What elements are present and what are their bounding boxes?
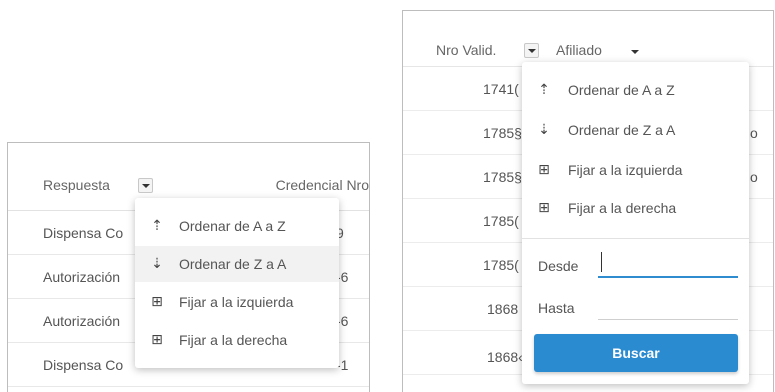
menu-item-label: Ordenar de A a Z [568, 82, 675, 98]
menu-item-sort-asc[interactable]: ⇡ Ordenar de A a Z [135, 208, 339, 244]
column-options-menu: ⇡ Ordenar de A a Z ⇣ Ordenar de Z a A ⊞ … [522, 62, 749, 384]
sort-desc-icon: ⇣ [151, 255, 163, 271]
cell-afiliado: o [750, 169, 758, 185]
hasta-input[interactable] [598, 294, 738, 320]
column-menu-dropdown-button[interactable] [524, 43, 539, 58]
hasta-label: Hasta [538, 300, 575, 316]
cell-nro-valid: 1785§ [483, 169, 522, 185]
menu-item-label: Fijar a la derecha [568, 200, 677, 216]
pin-left-icon: ⊞ [151, 293, 163, 309]
pin-right-icon: ⊞ [538, 199, 550, 215]
cell-nro-valid: 1785( [483, 257, 519, 273]
menu-item-sort-desc[interactable]: ⇣ Ordenar de Z a A [522, 112, 749, 148]
menu-item-pin-right[interactable]: ⊞ Fijar a la derecha [522, 190, 749, 226]
cell-nro-valid: 1785§ [483, 125, 522, 141]
cell-respuesta: Dispensa Co [43, 225, 124, 241]
text-caret [601, 252, 602, 272]
menu-item-label: Ordenar de Z a A [179, 256, 287, 272]
pin-left-icon: ⊞ [538, 161, 550, 177]
column-header-respuesta[interactable]: Respuesta [43, 177, 110, 193]
menu-divider [522, 238, 749, 239]
menu-item-label: Fijar a la izquierda [179, 294, 294, 310]
sort-desc-icon: ⇣ [538, 121, 550, 137]
sort-asc-icon: ⇡ [538, 81, 550, 97]
menu-item-label: Fijar a la izquierda [568, 162, 683, 178]
menu-item-label: Ordenar de A a Z [179, 218, 286, 234]
cell-nro-valid: 1868‹ [487, 349, 523, 365]
desde-label: Desde [538, 258, 579, 274]
column-header-nro-valid[interactable]: Nro Valid. [436, 42, 496, 58]
cell-afiliado: o [750, 125, 758, 141]
menu-item-pin-left[interactable]: ⊞ Fijar a la izquierda [135, 284, 339, 320]
column-header-afiliado[interactable]: Afiliado [556, 42, 602, 58]
menu-item-label: Fijar a la derecha [179, 332, 288, 348]
desde-input[interactable] [598, 252, 738, 278]
cell-respuesta: Autorización [43, 313, 121, 329]
column-options-menu: ⇡ Ordenar de A a Z ⇣ Ordenar de Z a A ⊞ … [135, 198, 339, 368]
pin-right-icon: ⊞ [151, 331, 163, 347]
cell-respuesta: Dispensa Co [43, 357, 124, 373]
menu-item-label: Ordenar de Z a A [568, 122, 676, 138]
cell-respuesta: Autorización [43, 269, 121, 285]
menu-item-sort-desc[interactable]: ⇣ Ordenar de Z a A [135, 246, 339, 282]
chevron-down-icon[interactable] [631, 50, 639, 54]
right-grid-header: Nro Valid. Afiliado [403, 11, 773, 67]
column-header-credencial[interactable]: Credencial Nro [239, 177, 369, 193]
cell-nro-valid: 1741( [483, 81, 519, 97]
menu-item-pin-right[interactable]: ⊞ Fijar a la derecha [135, 322, 339, 358]
menu-item-pin-left[interactable]: ⊞ Fijar a la izquierda [522, 152, 749, 188]
cell-nro-valid: 1785( [483, 213, 519, 229]
sort-asc-icon: ⇡ [151, 217, 163, 233]
column-menu-dropdown-button[interactable] [138, 178, 153, 193]
menu-item-sort-asc[interactable]: ⇡ Ordenar de A a Z [522, 72, 749, 108]
buscar-button[interactable]: Buscar [534, 334, 738, 372]
cell-nro-valid: 1868 [487, 301, 519, 317]
